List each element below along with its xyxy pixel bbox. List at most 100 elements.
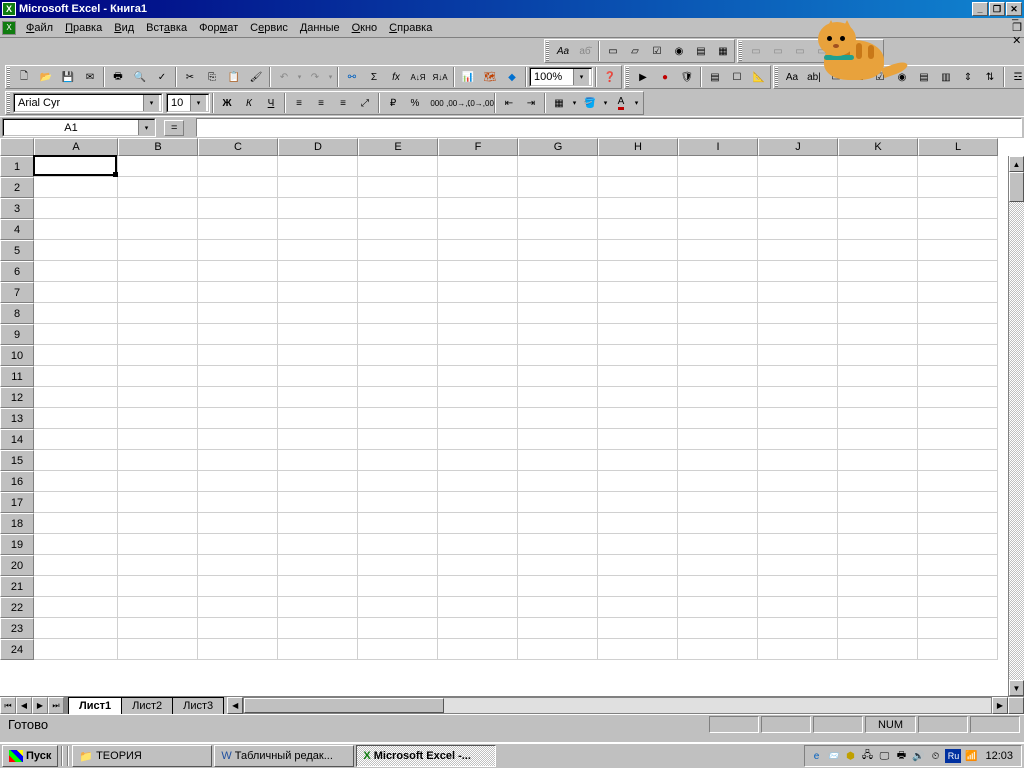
edit-box-icon[interactable]: ab| bbox=[803, 66, 825, 88]
cell-D17[interactable] bbox=[278, 492, 358, 513]
security-icon[interactable]: 🛡 bbox=[676, 66, 698, 88]
cell-E6[interactable] bbox=[358, 261, 438, 282]
cell-E4[interactable] bbox=[358, 219, 438, 240]
cell-I1[interactable] bbox=[678, 156, 758, 177]
cell-I18[interactable] bbox=[678, 513, 758, 534]
menu-tools[interactable]: Сервис bbox=[244, 20, 294, 36]
cell-L23[interactable] bbox=[918, 618, 998, 639]
col-header-K[interactable]: K bbox=[838, 138, 918, 156]
cell-D24[interactable] bbox=[278, 639, 358, 660]
decrease-indent-icon[interactable]: ⇤ bbox=[498, 92, 520, 114]
cell-J21[interactable] bbox=[758, 576, 838, 597]
cell-K19[interactable] bbox=[838, 534, 918, 555]
cell-C16[interactable] bbox=[198, 471, 278, 492]
cell-D12[interactable] bbox=[278, 387, 358, 408]
scroll-left-button[interactable]: ◀ bbox=[227, 697, 243, 714]
row-header-2[interactable]: 2 bbox=[0, 177, 34, 198]
cell-C7[interactable] bbox=[198, 282, 278, 303]
menu-insert[interactable]: Вставка bbox=[140, 20, 193, 36]
cell-L16[interactable] bbox=[918, 471, 998, 492]
cell-G22[interactable] bbox=[518, 597, 598, 618]
cell-D8[interactable] bbox=[278, 303, 358, 324]
tray-display-icon[interactable]: 🖵 bbox=[877, 749, 891, 763]
cell-F14[interactable] bbox=[438, 429, 518, 450]
cell-I12[interactable] bbox=[678, 387, 758, 408]
cell-G14[interactable] bbox=[518, 429, 598, 450]
cell-K3[interactable] bbox=[838, 198, 918, 219]
cell-H8[interactable] bbox=[598, 303, 678, 324]
comma-style-icon[interactable]: 000 bbox=[426, 92, 448, 114]
cell-C12[interactable] bbox=[198, 387, 278, 408]
cell-B16[interactable] bbox=[118, 471, 198, 492]
cell-F24[interactable] bbox=[438, 639, 518, 660]
cell-K2[interactable] bbox=[838, 177, 918, 198]
row-header-24[interactable]: 24 bbox=[0, 639, 34, 660]
row-header-3[interactable]: 3 bbox=[0, 198, 34, 219]
font-name-input[interactable] bbox=[15, 97, 143, 109]
col-header-J[interactable]: J bbox=[758, 138, 838, 156]
cell-C20[interactable] bbox=[198, 555, 278, 576]
fill-color-dropdown[interactable]: ▾ bbox=[601, 92, 610, 114]
cell-L21[interactable] bbox=[918, 576, 998, 597]
cell-F6[interactable] bbox=[438, 261, 518, 282]
cell-I8[interactable] bbox=[678, 303, 758, 324]
col-header-D[interactable]: D bbox=[278, 138, 358, 156]
paste-function-icon[interactable]: fx bbox=[385, 66, 407, 88]
cell-E1[interactable] bbox=[358, 156, 438, 177]
cell-E5[interactable] bbox=[358, 240, 438, 261]
cell-D5[interactable] bbox=[278, 240, 358, 261]
copy-icon[interactable]: ⎘ bbox=[201, 66, 223, 88]
cell-L9[interactable] bbox=[918, 324, 998, 345]
cell-I16[interactable] bbox=[678, 471, 758, 492]
cell-B1[interactable] bbox=[118, 156, 198, 177]
cell-H5[interactable] bbox=[598, 240, 678, 261]
cell-F1[interactable] bbox=[438, 156, 518, 177]
zoom-dropdown-arrow[interactable]: ▾ bbox=[573, 69, 589, 85]
new-icon[interactable]: 🗋 bbox=[13, 66, 35, 88]
cell-I23[interactable] bbox=[678, 618, 758, 639]
label-ctl-icon[interactable]: Aa bbox=[781, 66, 803, 88]
bold-button[interactable]: Ж bbox=[216, 92, 238, 114]
cell-L12[interactable] bbox=[918, 387, 998, 408]
cell-K21[interactable] bbox=[838, 576, 918, 597]
cell-B6[interactable] bbox=[118, 261, 198, 282]
vertical-scrollbar[interactable]: ▲ ▼ bbox=[1008, 156, 1024, 696]
cell-K8[interactable] bbox=[838, 303, 918, 324]
cell-B10[interactable] bbox=[118, 345, 198, 366]
tab-next-button[interactable]: ▶ bbox=[32, 697, 48, 714]
row-header-21[interactable]: 21 bbox=[0, 576, 34, 597]
group-box-icon[interactable]: ▭ bbox=[825, 66, 847, 88]
row-header-15[interactable]: 15 bbox=[0, 450, 34, 471]
cell-H13[interactable] bbox=[598, 408, 678, 429]
cell-A6[interactable] bbox=[34, 261, 118, 282]
row-header-6[interactable]: 6 bbox=[0, 261, 34, 282]
start-button[interactable]: Пуск bbox=[2, 745, 58, 767]
list-box-icon[interactable]: ▤ bbox=[690, 40, 712, 62]
row-header-9[interactable]: 9 bbox=[0, 324, 34, 345]
cell-K10[interactable] bbox=[838, 345, 918, 366]
listbox-ctl-icon[interactable]: ▤ bbox=[913, 66, 935, 88]
row-header-19[interactable]: 19 bbox=[0, 534, 34, 555]
font-name-combo[interactable]: ▾ bbox=[13, 93, 163, 113]
paste-icon[interactable]: 📋 bbox=[223, 66, 245, 88]
format-painter-icon[interactable]: 🖌 bbox=[245, 66, 267, 88]
cell-E19[interactable] bbox=[358, 534, 438, 555]
merge-center-icon[interactable]: ⤢ bbox=[354, 92, 376, 114]
row-header-7[interactable]: 7 bbox=[0, 282, 34, 303]
cell-E18[interactable] bbox=[358, 513, 438, 534]
redo-dropdown[interactable]: ▾ bbox=[326, 66, 335, 88]
row-header-8[interactable]: 8 bbox=[0, 303, 34, 324]
col-header-F[interactable]: F bbox=[438, 138, 518, 156]
cell-A9[interactable] bbox=[34, 324, 118, 345]
italic-button[interactable]: К bbox=[238, 92, 260, 114]
zoom-input[interactable] bbox=[531, 71, 573, 83]
cell-I22[interactable] bbox=[678, 597, 758, 618]
tray-antivirus-icon[interactable]: ⬢ bbox=[843, 749, 857, 763]
cell-A14[interactable] bbox=[34, 429, 118, 450]
cell-K12[interactable] bbox=[838, 387, 918, 408]
tray-clock[interactable]: 12:03 bbox=[981, 750, 1017, 762]
cell-J1[interactable] bbox=[758, 156, 838, 177]
cell-K16[interactable] bbox=[838, 471, 918, 492]
cell-A16[interactable] bbox=[34, 471, 118, 492]
row-header-22[interactable]: 22 bbox=[0, 597, 34, 618]
